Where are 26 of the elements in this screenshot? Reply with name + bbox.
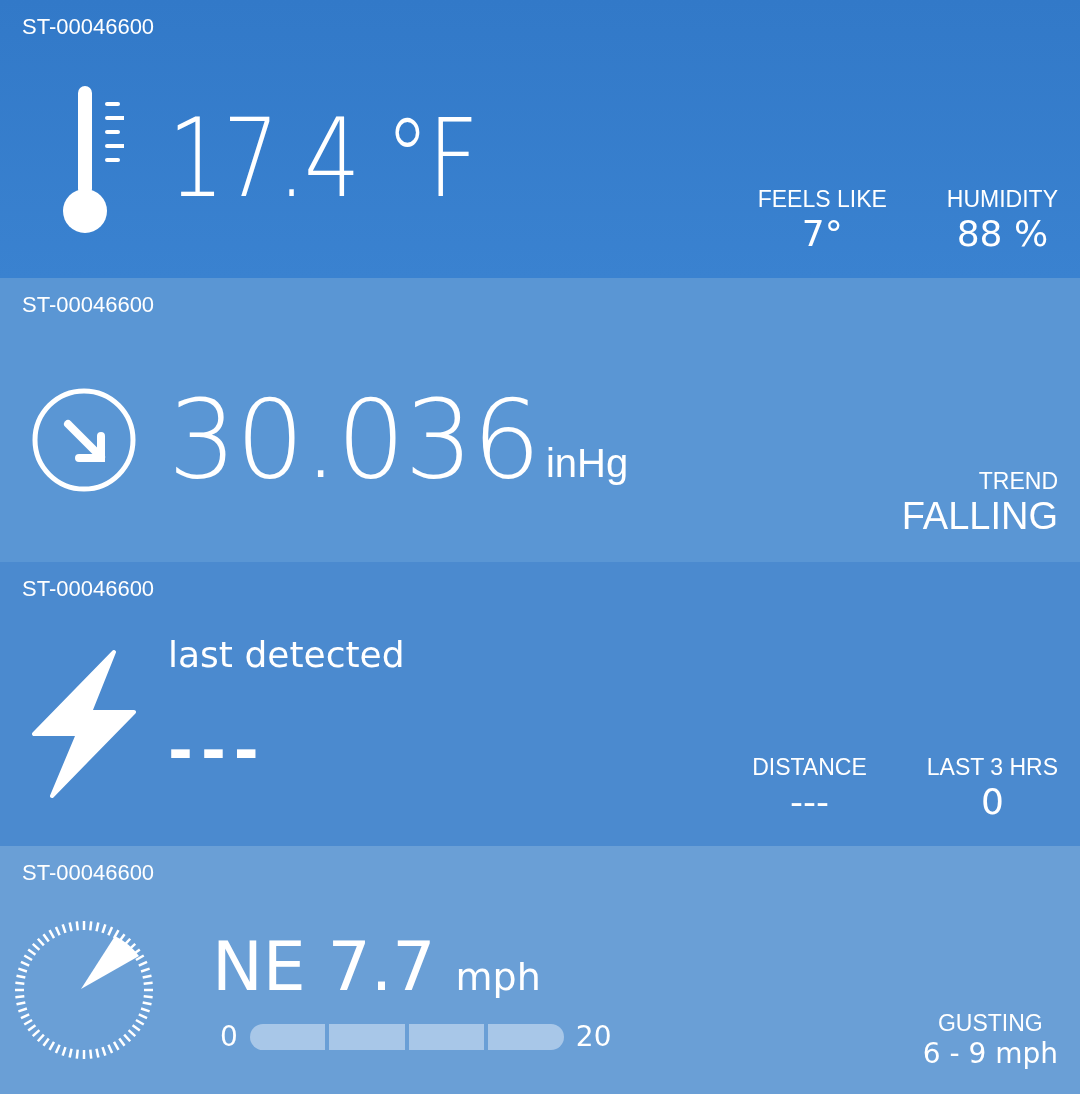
scale-min: 0 — [220, 1020, 238, 1053]
stat-label: HUMIDITY — [946, 186, 1058, 213]
station-id: ST-00046600 — [22, 292, 155, 318]
stat-value: 7° — [801, 213, 843, 254]
last-detected-label: last detected — [168, 633, 405, 675]
stat-value: 0 — [980, 781, 1004, 822]
pressure-unit: inHg — [545, 440, 629, 486]
stat-value: 6 - 9 mph — [922, 1037, 1058, 1070]
stat-value: 88 % — [956, 213, 1049, 254]
stat-label: GUSTING — [938, 1010, 1043, 1037]
station-id: ST-00046600 — [22, 576, 155, 602]
temperature-value: 17.4 °F — [168, 99, 478, 219]
stat-label: DISTANCE — [752, 754, 867, 781]
station-id: ST-00046600 — [22, 14, 155, 40]
stat-value: --- — [789, 781, 829, 822]
scale-max: 20 — [575, 1020, 612, 1053]
wind-unit: mph — [455, 955, 541, 999]
stat-label: TREND — [978, 468, 1058, 495]
pressure-value: 30.036 — [168, 380, 540, 500]
last-detected-value: --- — [168, 714, 267, 785]
stat-label: FEELS LIKE — [757, 186, 887, 213]
station-id: ST-00046600 — [22, 860, 155, 886]
wind-speed: NE 7.7 — [212, 927, 436, 1006]
stat-label: LAST 3 HRS — [926, 754, 1058, 781]
lightning-icon — [32, 650, 136, 798]
stat-value: FALLING — [901, 495, 1058, 538]
